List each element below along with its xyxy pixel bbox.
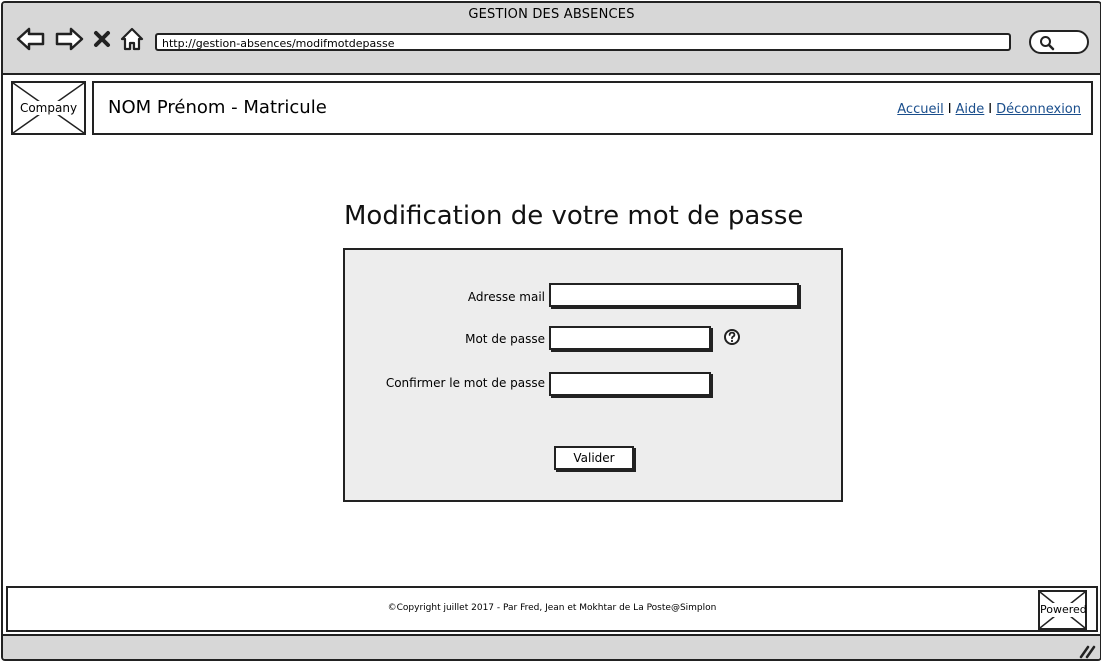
company-logo: Company (11, 81, 86, 135)
footer: ©Copyright juillet 2017 - Par Fred, Jean… (6, 586, 1098, 632)
browser-toolbar: GESTION DES ABSENCES http://gestion-abse… (3, 3, 1100, 75)
email-field[interactable] (549, 283, 799, 307)
password-label: Mot de passe (465, 332, 545, 346)
email-label: Adresse mail (467, 290, 545, 304)
company-logo-label: Company (13, 101, 84, 115)
header-nav: Accueil I Aide I Déconnexion (897, 102, 1081, 117)
user-identity: NOM Prénom - Matricule (108, 97, 327, 118)
help-icon[interactable] (723, 328, 741, 346)
window-title: GESTION DES ABSENCES (468, 7, 635, 22)
url-bar[interactable]: http://gestion-absences/modifmotdepasse (155, 33, 1011, 51)
close-icon[interactable] (92, 25, 112, 53)
nav-link-accueil[interactable]: Accueil (897, 102, 943, 117)
powered-logo: Powered (1038, 590, 1087, 630)
browser-window: GESTION DES ABSENCES http://gestion-abse… (1, 1, 1101, 661)
forward-arrow-icon[interactable] (53, 25, 85, 53)
page-title: Modification de votre mot de passe (344, 201, 804, 231)
nav-link-aide[interactable]: Aide (956, 102, 985, 117)
nav-link-deconnexion[interactable]: Déconnexion (996, 102, 1081, 117)
password-form: Adresse mail Mot de passe Confirmer le m… (343, 248, 843, 502)
search-icon (1040, 36, 1055, 51)
back-arrow-icon[interactable] (15, 25, 47, 53)
password-field[interactable] (549, 326, 711, 350)
submit-button[interactable]: Valider (554, 446, 634, 470)
nav-separator: I (988, 102, 993, 117)
powered-logo-label: Powered (1040, 603, 1087, 617)
status-bar (3, 634, 1100, 659)
resize-grip-icon[interactable] (1078, 643, 1096, 659)
home-icon[interactable] (118, 25, 146, 53)
copyright-text: ©Copyright juillet 2017 - Par Fred, Jean… (387, 603, 717, 613)
header-bar: NOM Prénom - Matricule Accueil I Aide I Déco… (92, 81, 1093, 135)
confirm-password-label: Confirmer le mot de passe (385, 376, 545, 390)
confirm-password-field[interactable] (549, 372, 711, 396)
search-box[interactable] (1029, 30, 1089, 54)
nav-separator: I (947, 102, 952, 117)
